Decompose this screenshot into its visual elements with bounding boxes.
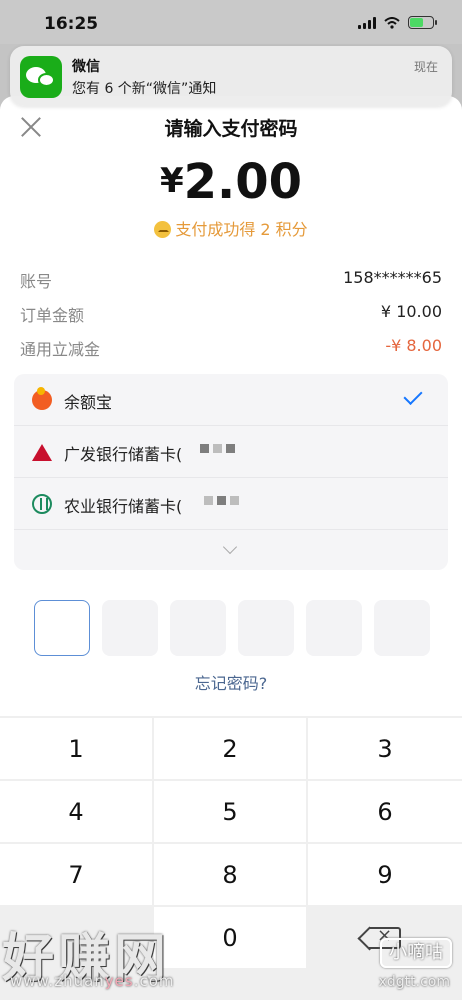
notification-banner[interactable]: 微信 您有 6 个新“微信”通知 现在: [10, 46, 452, 106]
payment-method-yuebao[interactable]: 余额宝: [14, 374, 448, 426]
detail-value: ¥ 10.00: [380, 302, 442, 321]
payment-method-label: 广发银行储蓄卡(: [64, 445, 183, 464]
key-4[interactable]: 4: [0, 781, 152, 842]
detail-row-discount: 通用立减金 -¥ 8.00: [20, 336, 442, 360]
status-icons: [358, 16, 437, 29]
status-time: 16:25: [44, 14, 99, 34]
payment-method-label: 农业银行储蓄卡(: [64, 497, 183, 516]
payment-method-label: 余额宝: [64, 393, 113, 412]
watermark-badge: 小嘀咕: [380, 938, 452, 968]
detail-row-account: 账号 158******65: [20, 268, 442, 292]
detail-value: -¥ 8.00: [385, 336, 442, 355]
points-text: 支付成功得 2 积分: [175, 220, 308, 239]
password-input[interactable]: [34, 600, 430, 656]
notification-time: 现在: [413, 60, 438, 74]
forgot-password-link[interactable]: 忘记密码?: [0, 670, 462, 694]
redacted-card-number: [204, 496, 239, 505]
pin-box[interactable]: [34, 600, 90, 656]
key-9[interactable]: 9: [308, 844, 462, 905]
key-2[interactable]: 2: [154, 718, 306, 779]
sheet-title: 请输入支付密码: [164, 118, 298, 140]
pin-box[interactable]: [102, 600, 158, 656]
watermark-url: www.zhuanyes.com: [10, 972, 175, 990]
pin-box[interactable]: [306, 600, 362, 656]
redacted-card-number: [200, 444, 235, 453]
yuebao-icon: [32, 387, 52, 410]
pin-box[interactable]: [374, 600, 430, 656]
watermark-url-right: xdgtt.com: [378, 974, 450, 990]
payment-method-list: 余额宝 广发银行储蓄卡( 农业银行储蓄卡(: [14, 374, 448, 570]
abc-bank-icon: [32, 494, 52, 514]
chevron-down-icon[interactable]: [222, 539, 238, 555]
coin-icon: [154, 221, 172, 238]
points-reward: 支付成功得 2 积分: [0, 216, 462, 240]
key-0[interactable]: 0: [154, 907, 306, 968]
key-6[interactable]: 6: [308, 781, 462, 842]
detail-label: 订单金额: [20, 306, 85, 325]
key-3[interactable]: 3: [308, 718, 462, 779]
detail-row-order-amount: 订单金额 ¥ 10.00: [20, 302, 442, 326]
key-5[interactable]: 5: [154, 781, 306, 842]
status-bar: 16:25: [0, 0, 462, 44]
payment-amount: ¥2.00: [0, 154, 462, 210]
payment-sheet: 请输入支付密码 ¥2.00 支付成功得 2 积分 账号 158******65 …: [0, 96, 462, 716]
gf-bank-icon: [32, 444, 52, 461]
key-7[interactable]: 7: [0, 844, 152, 905]
pin-box[interactable]: [170, 600, 226, 656]
detail-label: 账号: [20, 272, 53, 291]
battery-icon: [408, 16, 437, 29]
payment-method-abc-bank[interactable]: 农业银行储蓄卡(: [14, 478, 448, 530]
checkmark-icon: [403, 385, 423, 406]
notification-app-name: 微信: [72, 59, 100, 75]
wifi-icon: [384, 16, 400, 29]
notification-message: 您有 6 个新“微信”通知: [72, 81, 217, 97]
cellular-signal-icon: [358, 16, 376, 29]
amount-value: 2.00: [183, 154, 303, 210]
currency-symbol: ¥: [159, 161, 184, 201]
detail-value: 158******65: [343, 268, 442, 287]
pin-box[interactable]: [238, 600, 294, 656]
payment-method-gf-bank[interactable]: 广发银行储蓄卡(: [14, 426, 448, 478]
key-1[interactable]: 1: [0, 718, 152, 779]
detail-label: 通用立减金: [20, 340, 101, 359]
wechat-app-icon: [20, 56, 62, 98]
key-8[interactable]: 8: [154, 844, 306, 905]
